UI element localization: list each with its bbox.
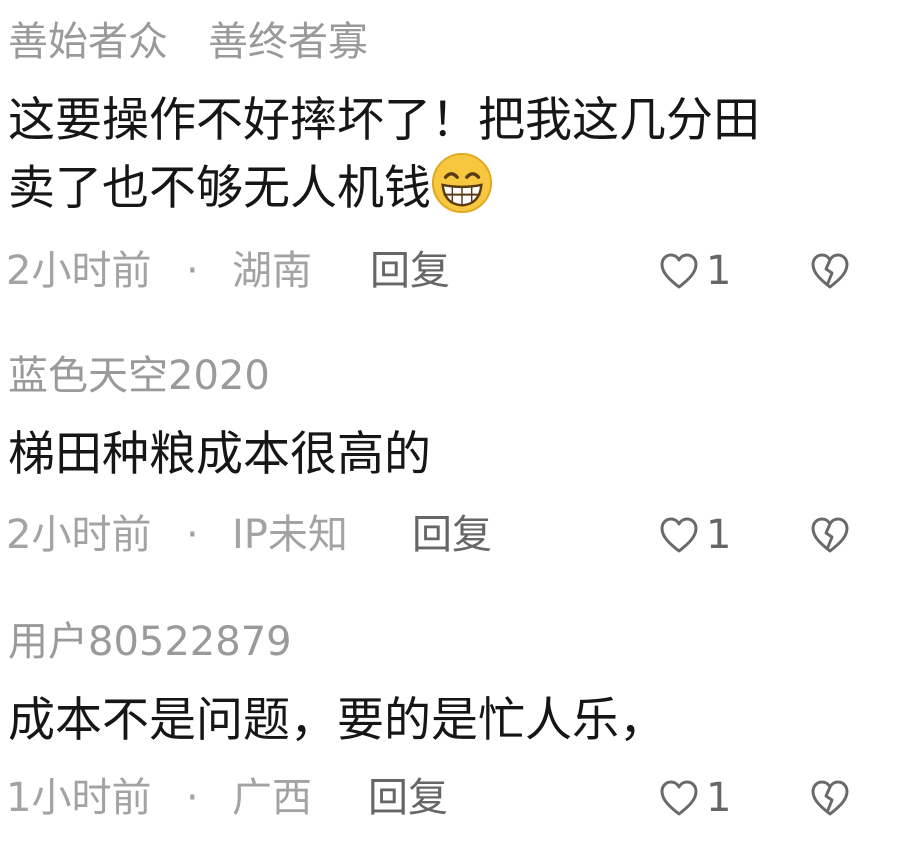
comment-text-line: 卖了也不够无人机钱 <box>8 152 868 220</box>
comment-location: 湖南 <box>232 248 312 294</box>
dislike-button[interactable] <box>808 250 852 292</box>
reply-button[interactable]: 回复 <box>370 246 450 296</box>
comment-meta: 2小时前 · IP未知 回复 1 <box>6 510 896 560</box>
comment-text: 这要操作不好摔坏了！把我这几分田 卖了也不够无人机钱 <box>8 90 868 220</box>
reply-button[interactable]: 回复 <box>368 773 448 823</box>
broken-heart-icon <box>811 253 849 289</box>
heart-outline-icon <box>660 780 698 816</box>
comment-meta: 1小时前 · 广西 回复 1 <box>6 773 896 823</box>
comment-time: 1小时前 <box>6 775 152 821</box>
like-count: 1 <box>706 775 732 821</box>
reply-button[interactable]: 回复 <box>412 510 492 560</box>
like-count: 1 <box>706 248 732 294</box>
heart-outline-icon <box>660 253 698 289</box>
like-count: 1 <box>706 512 732 558</box>
comment-text: 成本不是问题，要的是忙人乐， <box>8 690 868 752</box>
comment-meta: 2小时前 · 湖南 回复 1 <box>6 246 896 296</box>
meta-separator: · <box>186 248 199 294</box>
comment-time: 2小时前 <box>6 512 152 558</box>
heart-outline-icon <box>660 517 698 553</box>
comment-text-line: 这要操作不好摔坏了！把我这几分田 <box>8 93 760 148</box>
grinning-face-emoji-icon <box>431 152 493 214</box>
like-button[interactable]: 1 <box>658 246 731 296</box>
comment-username[interactable]: 用户80522879 <box>8 618 292 666</box>
like-button[interactable]: 1 <box>658 773 731 823</box>
meta-separator: · <box>186 775 199 821</box>
comment-time: 2小时前 <box>6 248 152 294</box>
comment-text: 梯田种粮成本很高的 <box>8 424 868 486</box>
comment-location: IP未知 <box>232 512 348 558</box>
comment-location: 广西 <box>232 775 312 821</box>
comment-username[interactable]: 蓝色天空2020 <box>8 352 270 400</box>
comment-text-line: 成本不是问题，要的是忙人乐， <box>8 693 666 748</box>
meta-separator: · <box>186 512 199 558</box>
comment-text-line: 梯田种粮成本很高的 <box>8 427 431 482</box>
like-button[interactable]: 1 <box>658 510 731 560</box>
comment-username[interactable]: 善始者众 善终者寡 <box>8 18 368 66</box>
broken-heart-icon <box>811 517 849 553</box>
comment-text-segment: 卖了也不够无人机钱 <box>8 161 431 216</box>
broken-heart-icon <box>811 780 849 816</box>
dislike-button[interactable] <box>808 514 852 556</box>
dislike-button[interactable] <box>808 777 852 819</box>
